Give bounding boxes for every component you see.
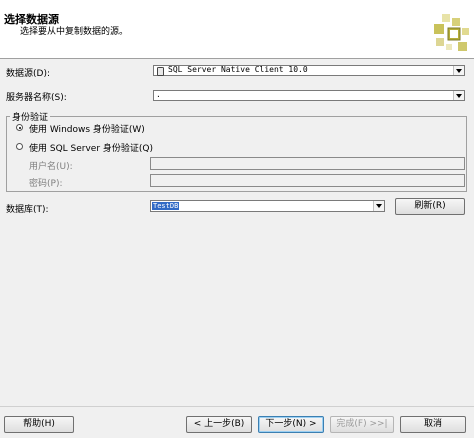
username-label: 用户名(U): (29, 162, 73, 172)
password-field[interactable] (150, 174, 465, 187)
chevron-down-icon[interactable] (453, 66, 464, 75)
finish-button[interactable]: 完成(F) >>| (330, 416, 394, 433)
next-button[interactable]: 下一步(N) > (258, 416, 324, 433)
windows-auth-radio[interactable] (16, 124, 23, 131)
help-button[interactable]: 帮助(H) (4, 416, 74, 433)
footer-divider (0, 406, 474, 407)
data-source-value: SQL Server Native Client 10.0 (168, 65, 308, 74)
data-source-combobox[interactable]: SQL Server Native Client 10.0 (153, 65, 465, 76)
back-button[interactable]: < 上一步(B) (186, 416, 252, 433)
password-label: 密码(P): (29, 179, 63, 189)
server-name-label: 服务器名称(S): (6, 93, 67, 103)
server-name-combobox[interactable]: . (153, 90, 465, 101)
data-source-label: 数据源(D): (6, 69, 50, 79)
username-field[interactable] (150, 157, 465, 170)
sql-auth-radio[interactable] (16, 143, 23, 150)
wizard-header: 选择数据源 选择要从中复制数据的源。 (0, 0, 474, 59)
wizard-logo-icon (434, 14, 469, 51)
database-icon (157, 67, 164, 76)
sql-auth-label[interactable]: 使用 SQL Server 身份验证(Q) (29, 141, 153, 154)
database-value: TestDB (152, 202, 180, 210)
windows-auth-label[interactable]: 使用 Windows 身份验证(W) (29, 122, 145, 135)
database-combobox[interactable]: TestDB (150, 200, 385, 212)
chevron-down-icon[interactable] (373, 201, 384, 211)
server-name-value: . (156, 90, 161, 99)
chevron-down-icon[interactable] (453, 91, 464, 100)
cancel-button[interactable]: 取消 (400, 416, 466, 433)
page-subtitle: 选择要从中复制数据的源。 (20, 27, 129, 37)
database-label: 数据库(T): (6, 205, 49, 215)
refresh-button[interactable]: 刷新(R) (395, 198, 465, 215)
